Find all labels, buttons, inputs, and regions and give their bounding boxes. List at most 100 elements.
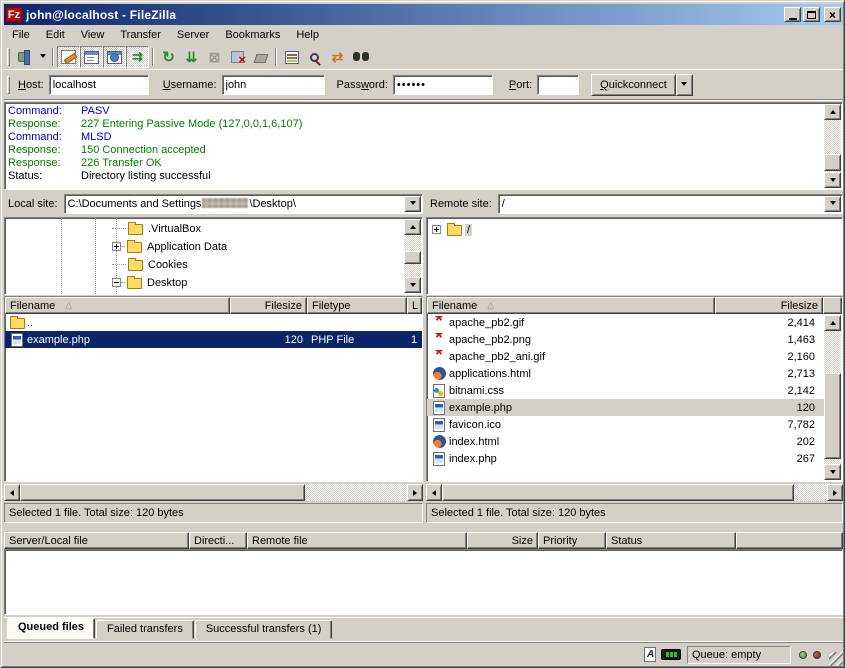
file-row[interactable]: favicon.ico7,782 [427,416,825,433]
tab-failed-transfers[interactable]: Failed transfers [96,620,194,639]
file-row-parent[interactable]: .. [5,314,422,331]
column-header-server-local-file[interactable]: Server/Local file [4,532,189,549]
scroll-up-button[interactable] [824,315,841,331]
collapse-icon[interactable] [112,278,121,287]
scroll-thumb[interactable] [20,484,305,501]
tree-item[interactable]: / [432,221,472,238]
directory-comparison-button[interactable] [303,46,326,68]
column-header-size[interactable]: Size [467,532,538,549]
tree-item[interactable]: Desktop [112,274,189,291]
toggle-remote-tree-button[interactable] [103,46,126,68]
host-input[interactable] [49,75,149,95]
scroll-down-button[interactable] [404,277,421,293]
tree-item[interactable]: .VirtualBox [112,220,203,237]
quickconnect-button[interactable]: Quickconnect [591,74,676,96]
menu-help[interactable]: Help [288,27,327,43]
local-tree-scrollbar[interactable] [404,219,421,293]
scroll-down-button[interactable] [824,172,841,188]
process-queue-button[interactable]: ⇊ [180,46,203,68]
toggle-transfer-queue-button[interactable]: ⇉ [126,46,149,68]
local-site-combo[interactable]: C:\Documents and Settings\Desktop\ [64,194,423,214]
scroll-right-button[interactable] [827,484,843,501]
synchronized-browsing-button[interactable]: ⇄ [326,46,349,68]
file-row[interactable]: *apache_pb2.png1,463 [427,331,825,348]
scroll-thumb[interactable] [824,154,841,171]
menu-edit[interactable]: Edit [38,27,73,43]
scroll-left-button[interactable] [426,484,442,501]
maximize-button[interactable] [803,7,820,22]
menu-file[interactable]: File [4,27,38,43]
menu-view[interactable]: View [73,27,113,43]
column-header-status[interactable]: Status [606,532,736,549]
menu-transfer[interactable]: Transfer [112,27,169,43]
remote-horizontal-scrollbar[interactable] [426,484,843,501]
column-header-lastmodified[interactable]: L [407,297,422,314]
queue-list[interactable] [4,549,843,615]
username-input[interactable] [222,75,325,95]
scroll-right-button[interactable] [407,484,423,501]
directory-listing-filters-button[interactable] [280,46,303,68]
scroll-thumb[interactable] [442,484,794,501]
column-header-filetype[interactable]: Filetype [307,297,407,314]
scroll-down-button[interactable] [824,464,841,480]
toolbar-grip[interactable] [7,48,10,66]
column-header-direction[interactable]: Directi... [189,532,247,549]
column-header-filename[interactable]: Filename△ [427,297,715,314]
local-directory-tree[interactable]: .VirtualBox Application Data Cookies Des… [4,217,423,295]
speed-limit-icon[interactable] [661,649,681,660]
scroll-left-button[interactable] [4,484,20,501]
menu-bookmarks[interactable]: Bookmarks [217,27,288,43]
file-row[interactable]: bitnami.css2,142 [427,382,825,399]
tree-item[interactable]: Cookies [112,256,190,273]
column-header-filesize[interactable]: Filesize [230,297,307,314]
scroll-up-button[interactable] [404,219,421,235]
data-type-indicator-icon[interactable] [644,647,656,662]
tab-queued-files[interactable]: Queued files [7,618,95,639]
cancel-button[interactable]: ⊠ [203,46,226,68]
remote-directory-tree[interactable]: / [426,217,843,295]
local-site-dropdown-button[interactable] [404,196,421,212]
quickconnect-dropdown-button[interactable] [676,74,693,96]
toggle-message-log-button[interactable] [57,46,80,68]
column-header-filler [736,532,843,549]
toggle-local-tree-button[interactable] [80,46,103,68]
local-horizontal-scrollbar[interactable] [4,484,423,501]
resize-grip[interactable] [829,652,843,666]
tree-item[interactable]: Application Data [112,238,229,255]
file-row-selected[interactable]: example.php 120 PHP File 1 [5,331,422,348]
password-input[interactable] [393,75,493,95]
column-header-priority[interactable]: Priority [538,532,606,549]
scroll-thumb[interactable] [404,251,421,264]
local-tree-icon [84,51,99,64]
log-line: Response:150 Connection accepted [5,144,842,157]
minimize-button[interactable] [784,7,801,22]
file-row[interactable]: index.html202 [427,433,825,450]
scroll-up-button[interactable] [824,104,841,120]
reconnect-button[interactable] [249,46,272,68]
disconnect-button[interactable] [226,46,249,68]
file-row-selected[interactable]: example.php120 [427,399,825,416]
file-row[interactable]: index.php267 [427,450,825,467]
port-input[interactable] [537,75,579,95]
scroll-thumb[interactable] [824,373,841,459]
column-header-filesize[interactable]: Filesize [715,297,823,314]
site-manager-dropdown-button[interactable] [36,46,49,68]
tab-successful-transfers[interactable]: Successful transfers (1) [195,620,333,639]
file-row[interactable]: applications.html2,713 [427,365,825,382]
quickconnect-grip[interactable] [7,76,10,94]
close-button[interactable]: × [824,7,841,22]
expand-icon[interactable] [432,225,441,234]
site-manager-button[interactable] [13,46,36,68]
find-files-button[interactable] [349,46,372,68]
log-scrollbar[interactable] [824,104,841,188]
expand-icon[interactable] [112,242,121,251]
column-header-remote-file[interactable]: Remote file [247,532,467,549]
remote-site-combo[interactable]: / [498,194,843,214]
file-row[interactable]: *apache_pb2.gif2,414 [427,314,825,331]
column-header-filename[interactable]: Filename△ [5,297,230,314]
remote-list-scrollbar[interactable] [824,315,841,480]
file-row[interactable]: *apache_pb2_ani.gif2,160 [427,348,825,365]
remote-site-dropdown-button[interactable] [824,196,841,212]
refresh-button[interactable]: ↻ [157,46,180,68]
menu-server[interactable]: Server [169,27,217,43]
